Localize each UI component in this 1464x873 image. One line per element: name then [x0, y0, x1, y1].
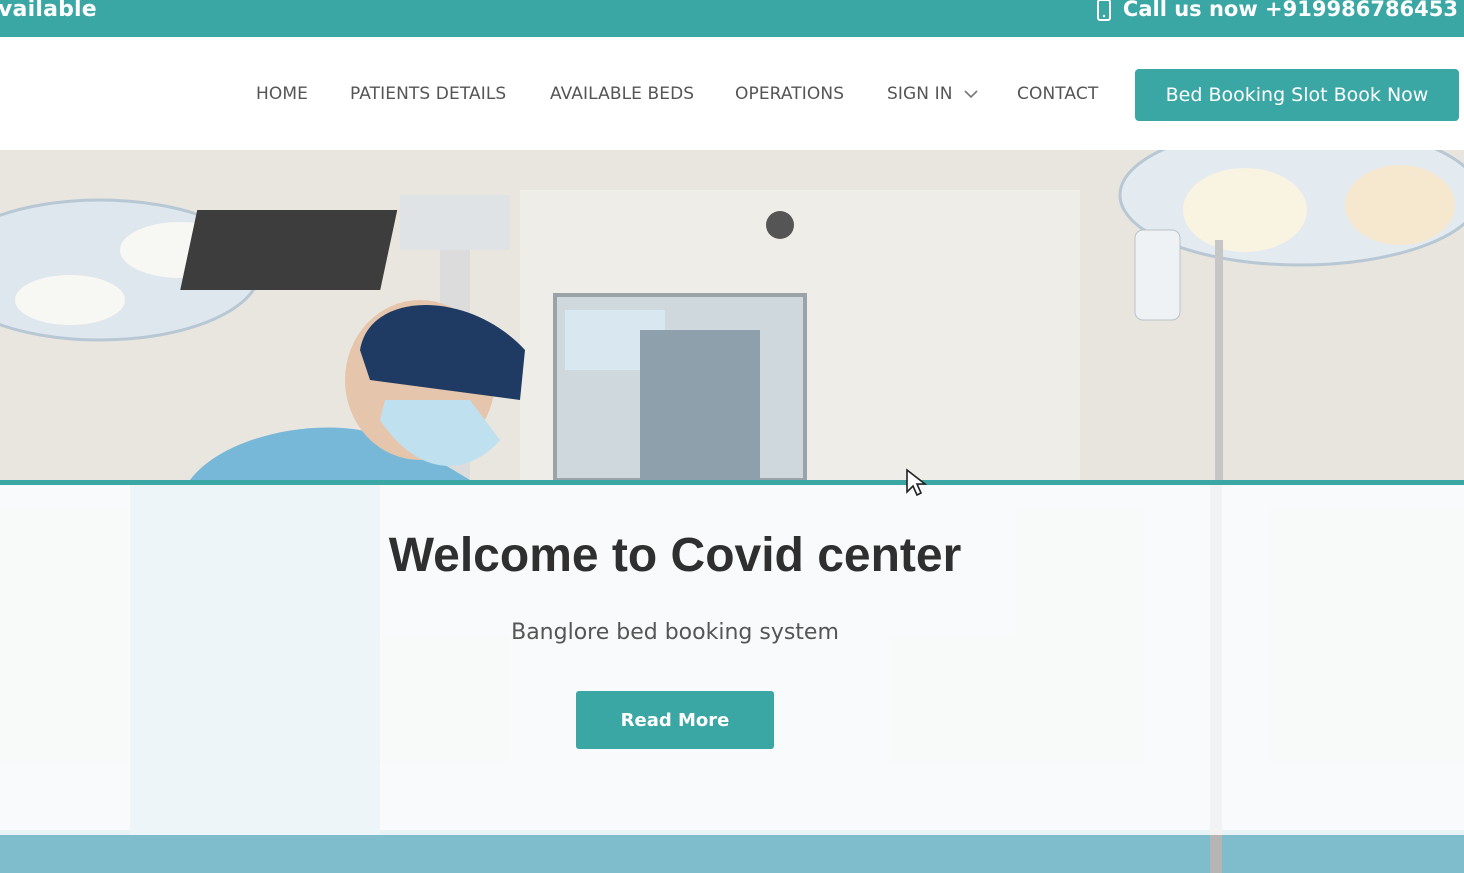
chevron-down-icon	[964, 84, 978, 104]
main-nav: HOME PATIENTS DETAILS AVAILABLE BEDS OPE…	[0, 37, 1464, 150]
hero-section: Welcome to Covid center Banglore bed boo…	[0, 150, 1464, 873]
nav-available-beds[interactable]: AVAILABLE BEDS	[550, 84, 694, 104]
nav-sign-in[interactable]: SIGN IN	[887, 84, 978, 104]
call-text: Call us now +919986786453	[1122, 0, 1458, 21]
top-bar-text: vailable	[0, 0, 97, 22]
hero-title: Welcome to Covid center	[388, 529, 962, 582]
phone-icon	[1095, 0, 1113, 21]
bed-booking-button[interactable]: Bed Booking Slot Book Now	[1135, 69, 1459, 121]
nav-sign-in-label: SIGN IN	[887, 84, 953, 104]
top-bar: vailable Call us now +919986786453	[0, 0, 1464, 37]
call-us[interactable]: Call us now +919986786453	[1095, 0, 1458, 21]
read-more-button[interactable]: Read More	[576, 691, 774, 749]
nav-patients-details[interactable]: PATIENTS DETAILS	[350, 84, 506, 104]
nav-home[interactable]: HOME	[256, 84, 308, 104]
nav-contact[interactable]: CONTACT	[1017, 84, 1098, 104]
nav-operations[interactable]: OPERATIONS	[735, 84, 844, 104]
hero-subtitle: Banglore bed booking system	[511, 620, 839, 645]
mouse-cursor-icon	[906, 468, 927, 497]
